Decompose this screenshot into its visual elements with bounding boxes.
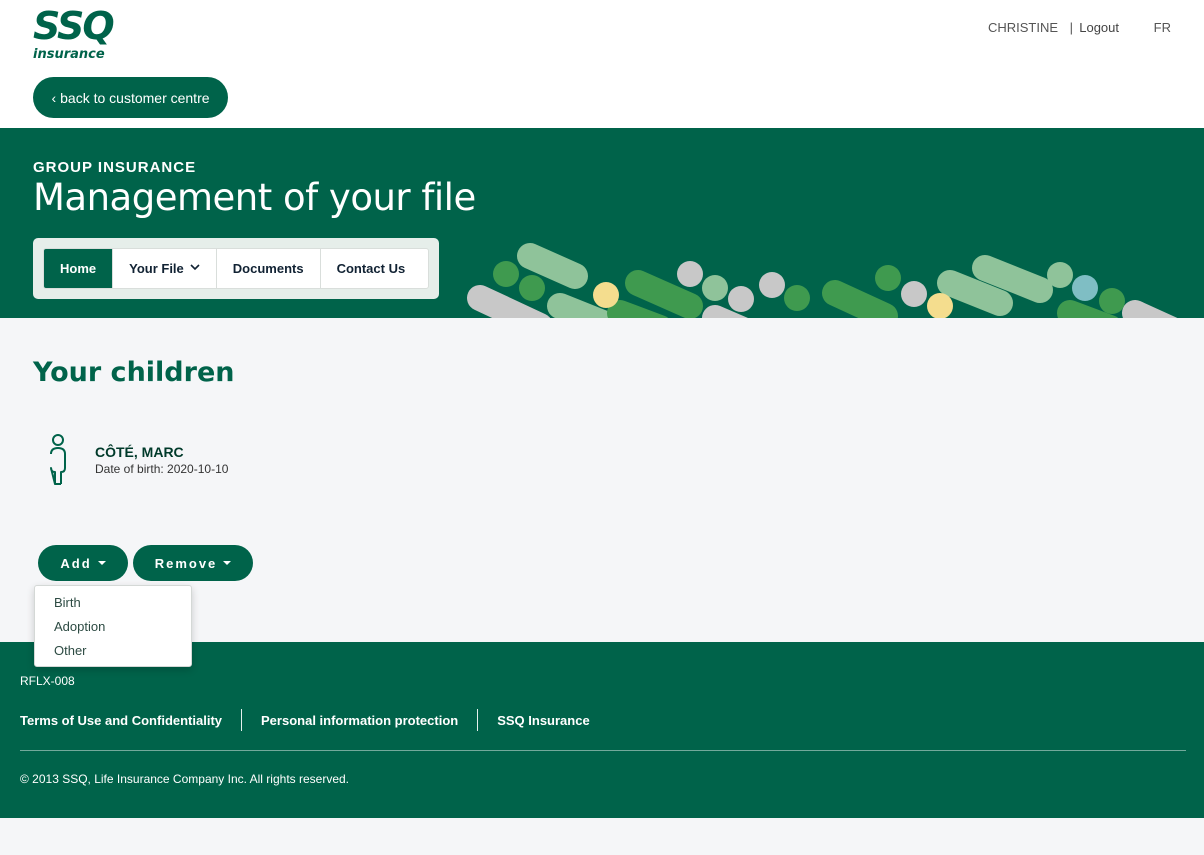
user-name: CHRISTINE [987,20,1058,35]
remove-button[interactable]: Remove [133,545,253,581]
menu-item-birth[interactable]: Birth [35,592,191,616]
tab-your-file[interactable]: Your File [113,249,217,288]
tab-documents-label: Documents [232,261,304,276]
caret-down-icon [97,561,106,565]
back-button-label: back to customer centre [60,89,210,106]
menu-item-adoption[interactable]: Adoption [35,616,191,640]
main-nav: Home Your File Documents Contact Us [33,238,439,299]
tab-contact-us-label: Contact Us [336,261,406,276]
back-to-customer-centre-button[interactable]: ‹ back to customer centre [33,77,228,118]
footer-divider [241,709,243,731]
bottom-strip [0,818,1204,855]
logo-subtext: insurance [33,47,105,62]
site-footer: RFLX-008 Terms of Use and Confidentialit… [0,642,1204,818]
section-title: Your children [33,357,235,388]
footer-rule [20,750,1186,751]
caret-down-icon [223,561,232,565]
page-title: Management of your file [33,176,476,219]
footer-link-terms[interactable]: Terms of Use and Confidentiality [20,713,222,728]
add-dropdown-menu: Birth Adoption Other [34,585,192,667]
footer-links: Terms of Use and Confidentiality Persona… [20,709,590,731]
add-button[interactable]: Add [38,545,128,581]
footer-link-ssq[interactable]: SSQ Insurance [497,713,589,728]
hero-banner: GROUP INSURANCE Management of your file [0,128,1204,318]
site-header: SSQ insurance CHRISTINE | Logout FR ‹ ba… [0,0,1204,128]
child-name: CÔTÉ, MARC [95,444,184,460]
chevron-left-icon: ‹ [51,89,57,106]
chevron-down-icon [190,263,200,274]
hero-kicker: GROUP INSURANCE [33,159,197,176]
menu-item-other[interactable]: Other [35,640,191,664]
logo-text: SSQ [33,4,115,48]
page-code: RFLX-008 [20,674,75,688]
user-bar-separator: | [1069,20,1073,35]
tab-your-file-label: Your File [129,261,184,276]
ssq-logo[interactable]: SSQ insurance [33,4,133,66]
footer-link-privacy[interactable]: Personal information protection [261,713,458,728]
person-icon [50,434,66,485]
remove-button-label: Remove [154,555,218,571]
child-date-of-birth: Date of birth: 2020-10-10 [95,462,229,476]
language-toggle[interactable]: FR [1154,20,1171,35]
tab-home-label: Home [60,261,97,276]
tab-documents[interactable]: Documents [217,249,321,288]
nav-tabs: Home Your File Documents Contact Us [43,248,429,289]
decorative-pill-pattern [467,243,1178,318]
tab-contact-us[interactable]: Contact Us [321,249,422,288]
footer-divider [477,709,479,731]
tab-home[interactable]: Home [44,249,114,288]
logout-link[interactable]: Logout [1079,20,1119,35]
copyright: © 2013 SSQ, Life Insurance Company Inc. … [20,772,350,786]
add-button-label: Add [60,555,92,571]
